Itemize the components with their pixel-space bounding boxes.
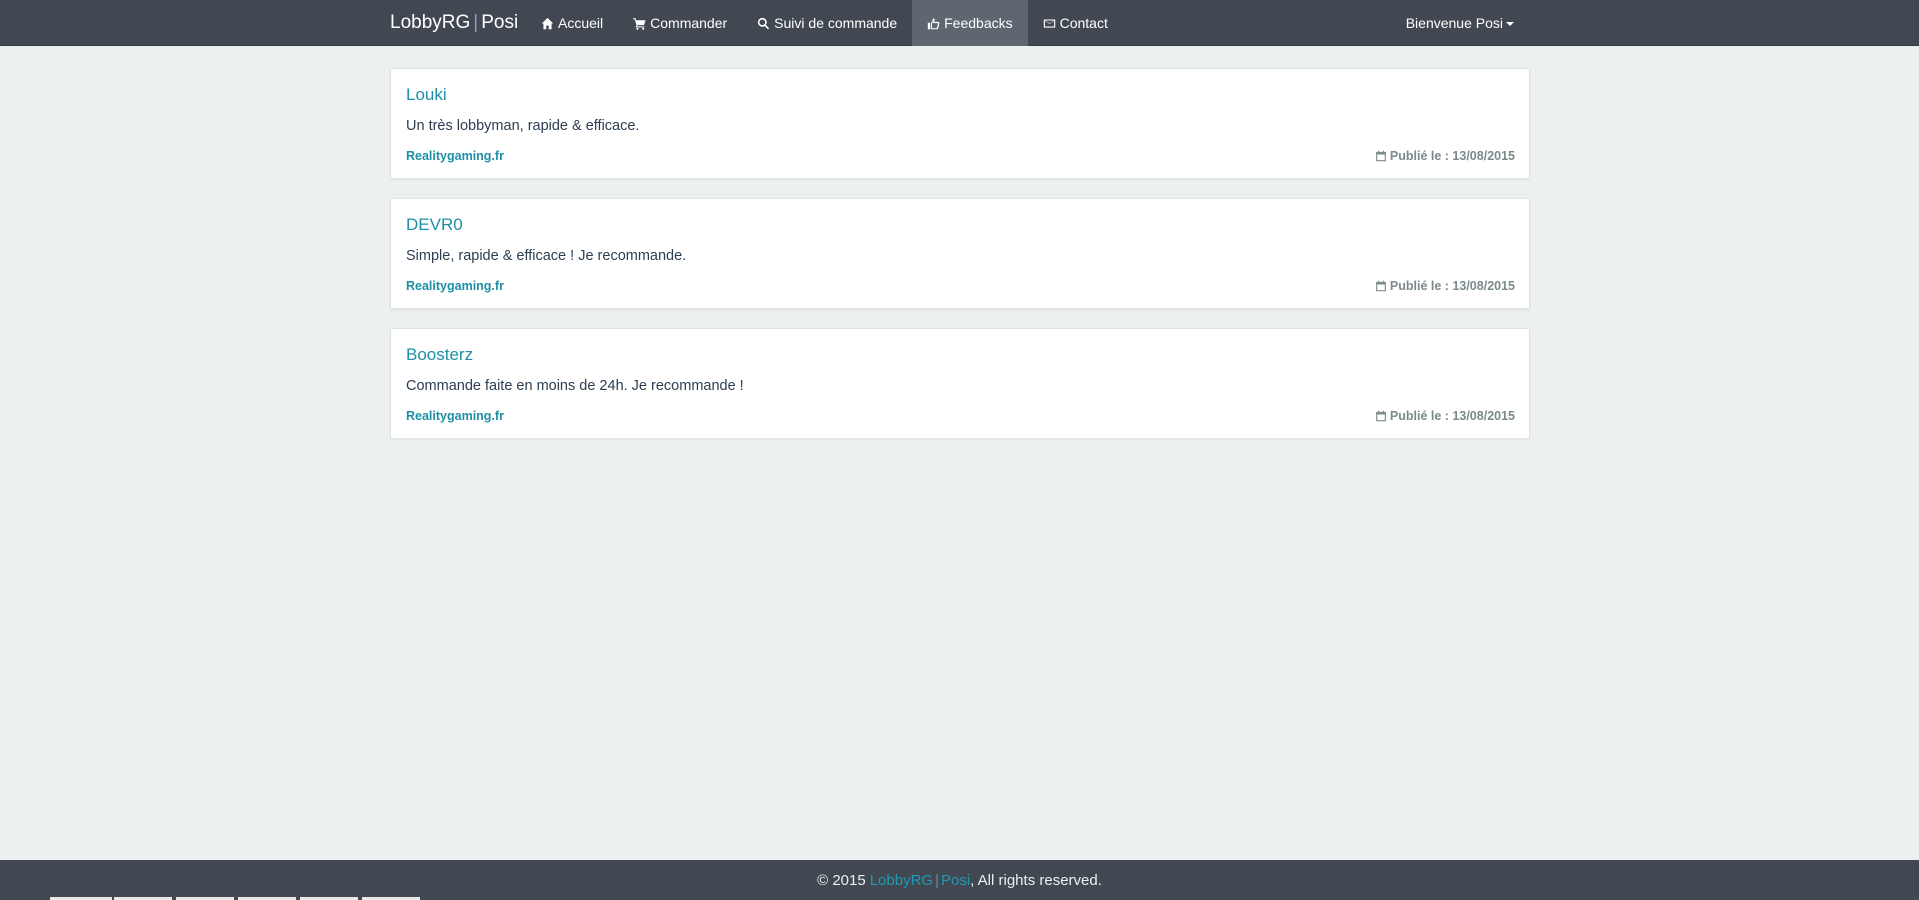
envelope-icon [1043, 18, 1055, 28]
feedback-card: DEVR0 Simple, rapide & efficace ! Je rec… [390, 198, 1530, 309]
feedback-card: Louki Un très lobbyman, rapide & efficac… [390, 68, 1530, 179]
user-menu-dropdown[interactable]: Bienvenue Posi [1406, 0, 1514, 46]
page-footer: © 2015 LobbyRG | Posi, All rights reserved… [0, 860, 1919, 900]
feedback-text: Commande faite en moins de 24h. Je recom… [406, 378, 744, 394]
nav-item-suivi-de-commande[interactable]: Suivi de commande [742, 0, 912, 46]
brand-name-left: LobbyRG [390, 12, 471, 33]
feedback-date-text: Publié le : 13/08/2015 [1389, 279, 1515, 293]
nav-item-label: Suivi de commande [774, 15, 898, 31]
calendar-icon [1376, 150, 1386, 162]
feedback-text: Un très lobbyman, rapide & efficace. [406, 118, 640, 134]
feedback-source-link[interactable]: Realitygaming.fr [406, 279, 504, 293]
navbar-container: LobbyRG | Posi Accueil Commander Suivi de … [390, 0, 1528, 46]
user-menu-label: Bienvenue Posi [1405, 15, 1503, 31]
search-icon [758, 17, 770, 29]
feedback-source-link[interactable]: Realitygaming.fr [406, 149, 504, 163]
brand-name-right: Posi [481, 12, 519, 33]
thumbs-up-icon [927, 17, 940, 29]
nav-item-accueil[interactable]: Accueil [526, 0, 618, 46]
feedback-author[interactable]: Louki [406, 85, 447, 105]
nav-item-label: Accueil [558, 15, 604, 31]
home-icon [541, 17, 554, 29]
feedback-date: Publié le : 13/08/2015 [1375, 149, 1515, 163]
top-navbar: LobbyRG | Posi Accueil Commander Suivi de … [0, 0, 1919, 46]
feedback-date-text: Publié le : 13/08/2015 [1389, 409, 1515, 423]
nav-links: Accueil Commander Suivi de commande Feed… [526, 0, 1123, 46]
brand-logo-link[interactable]: LobbyRG | Posi [390, 0, 518, 46]
brand-separator: | [473, 12, 479, 33]
feedback-list: Louki Un très lobbyman, rapide & efficac… [390, 68, 1530, 458]
nav-item-label: Contact [1059, 15, 1108, 31]
calendar-icon [1376, 410, 1386, 422]
feedback-text: Simple, rapide & efficace ! Je recommand… [406, 248, 687, 264]
feedback-source-link[interactable]: Realitygaming.fr [406, 409, 504, 423]
feedback-date-text: Publié le : 13/08/2015 [1389, 149, 1515, 163]
feedback-author[interactable]: Boosterz [406, 345, 473, 365]
nav-item-contact[interactable]: Contact [1028, 0, 1123, 46]
feedback-author[interactable]: DEVR0 [406, 215, 463, 235]
nav-item-commander[interactable]: Commander [618, 0, 742, 46]
footer-brand-right: Posi [940, 871, 971, 889]
cart-icon [633, 17, 646, 30]
footer-brand-separator: | [935, 871, 939, 889]
nav-item-label: Commander [650, 15, 728, 31]
caret-down-icon [1506, 22, 1514, 26]
footer-copyright: © 2015 [817, 871, 866, 889]
footer-brand-left: LobbyRG [869, 871, 934, 889]
feedback-card: Boosterz Commande faite en moins de 24h.… [390, 328, 1530, 439]
feedback-date: Publié le : 13/08/2015 [1375, 409, 1515, 423]
nav-item-feedbacks[interactable]: Feedbacks [912, 0, 1028, 46]
footer-rights-text: , All rights reserved. [970, 871, 1102, 889]
calendar-icon [1376, 280, 1386, 292]
nav-item-label: Feedbacks [944, 15, 1013, 31]
feedback-date: Publié le : 13/08/2015 [1375, 279, 1515, 293]
footer-brand-link[interactable]: LobbyRG | Posi [870, 872, 970, 889]
